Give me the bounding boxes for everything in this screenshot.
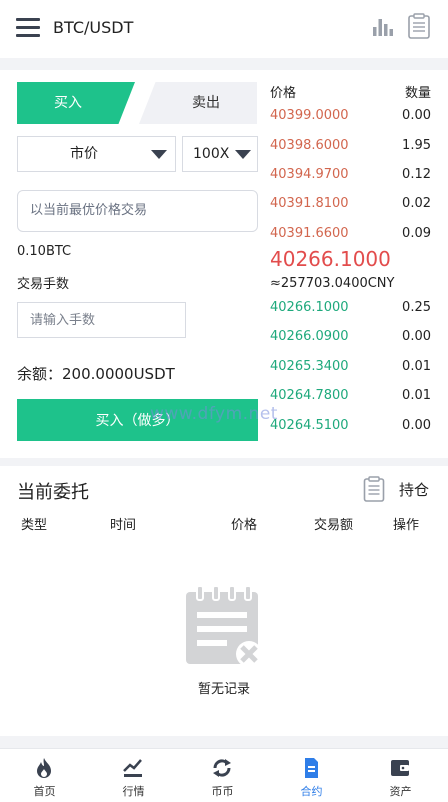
nav-label: 币币 <box>211 785 234 798</box>
chevron-down-icon <box>151 150 167 159</box>
contract-amount: 0.10BTC <box>17 244 72 259</box>
bid-qty: 0.25 <box>402 300 431 315</box>
ask-price: 40391.8100 <box>270 196 349 211</box>
bid-price: 40266.0900 <box>270 329 349 344</box>
clipboard-icon[interactable] <box>407 13 431 39</box>
ask-price: 40398.6000 <box>270 138 349 153</box>
nav-label: 首页 <box>33 785 56 798</box>
nav-item-contract[interactable]: 合约 <box>267 749 356 802</box>
ask-qty: 1.95 <box>402 138 431 153</box>
leverage-value: 100X <box>193 146 230 162</box>
current-orders-title: 当前委托 <box>17 482 89 503</box>
nav-item-assets[interactable]: 资产 <box>356 749 445 802</box>
ask-row[interactable]: 40398.6000 1.95 <box>270 136 431 166</box>
exchange-arrows-icon <box>213 759 231 777</box>
nav-label: 行情 <box>122 785 145 798</box>
order-type-value: 市价 <box>70 146 98 162</box>
bar-chart-icon[interactable] <box>372 15 394 37</box>
bid-qty: 0.01 <box>402 388 431 403</box>
top-header: BTC/USDT <box>0 0 448 58</box>
nav-label: 资产 <box>389 785 412 798</box>
current-orders-panel: 当前委托 持仓 类型 时间 价格 交易额 操作 暂无记录 <box>0 466 448 736</box>
ask-row[interactable]: 40391.8100 0.02 <box>270 194 431 224</box>
trade-panel: 买入 卖出 市价 100X 以当前最优价格交易 0.10BTC 交易手数 余额：… <box>0 70 448 458</box>
last-price: 40266.1000 <box>270 247 391 271</box>
bid-row[interactable]: 40264.7800 0.01 <box>270 386 431 416</box>
empty-records-text: 暂无记录 <box>197 682 250 697</box>
tab-buy[interactable]: 买入 <box>17 82 135 124</box>
contract-document-icon <box>305 758 318 778</box>
bid-row[interactable]: 40264.5100 0.00 <box>270 416 431 446</box>
bid-row[interactable]: 40266.0900 0.00 <box>270 327 431 357</box>
best-price-field[interactable]: 以当前最优价格交易 <box>17 190 258 232</box>
ask-qty: 0.12 <box>402 167 431 182</box>
buy-long-button[interactable]: 买入（做多） <box>17 399 258 441</box>
bid-qty: 0.00 <box>402 418 431 433</box>
ask-price: 40394.9700 <box>270 167 349 182</box>
bid-price: 40264.5100 <box>270 418 349 433</box>
ask-qty: 0.09 <box>402 226 431 241</box>
column-header-time: 时间 <box>110 518 137 533</box>
trading-pair-title[interactable]: BTC/USDT <box>53 18 133 37</box>
ask-qty: 0.00 <box>402 108 431 123</box>
clipboard-icon[interactable] <box>363 476 385 502</box>
column-header-type: 类型 <box>21 518 48 533</box>
ask-price: 40391.6600 <box>270 226 349 241</box>
empty-records-icon <box>186 585 262 667</box>
balance-text: 余额：200.0000USDT <box>17 365 175 383</box>
bid-qty: 0.00 <box>402 329 431 344</box>
chevron-down-icon <box>235 150 251 159</box>
nav-item-spot[interactable]: 币币 <box>178 749 267 802</box>
bid-price: 40266.1000 <box>270 300 349 315</box>
orderbook-qty-header: 数量 <box>404 86 431 101</box>
bid-qty: 0.01 <box>402 359 431 374</box>
nav-item-market[interactable]: 行情 <box>89 749 178 802</box>
orderbook-price-header: 价格 <box>270 86 297 101</box>
column-header-action: 操作 <box>393 518 420 533</box>
flame-icon <box>37 758 51 778</box>
position-link[interactable]: 持仓 <box>399 479 429 500</box>
hands-label: 交易手数 <box>17 277 70 292</box>
bid-row[interactable]: 40266.1000 0.25 <box>270 298 431 328</box>
column-header-amount: 交易额 <box>314 518 354 533</box>
cny-price: ≈257703.0400CNY <box>270 276 395 291</box>
bid-price: 40265.3400 <box>270 359 349 374</box>
bottom-nav: 首页 行情 币币 合约 资产 <box>0 748 448 802</box>
leverage-select[interactable]: 100X <box>182 136 258 172</box>
ask-row[interactable]: 40394.9700 0.12 <box>270 165 431 195</box>
hamburger-menu-icon[interactable] <box>16 18 40 38</box>
tab-sell[interactable]: 卖出 <box>139 82 257 124</box>
column-header-price: 价格 <box>231 518 258 533</box>
ask-row[interactable]: 40399.0000 0.00 <box>270 106 431 136</box>
wallet-icon <box>391 760 409 776</box>
market-trend-icon <box>123 759 142 777</box>
bid-row[interactable]: 40265.3400 0.01 <box>270 357 431 387</box>
ask-qty: 0.02 <box>402 196 431 211</box>
ask-price: 40399.0000 <box>270 108 349 123</box>
hands-input[interactable] <box>17 302 186 338</box>
order-type-select[interactable]: 市价 <box>17 136 176 172</box>
nav-item-home[interactable]: 首页 <box>0 749 89 802</box>
bid-price: 40264.7800 <box>270 388 349 403</box>
nav-label: 合约 <box>300 785 323 798</box>
